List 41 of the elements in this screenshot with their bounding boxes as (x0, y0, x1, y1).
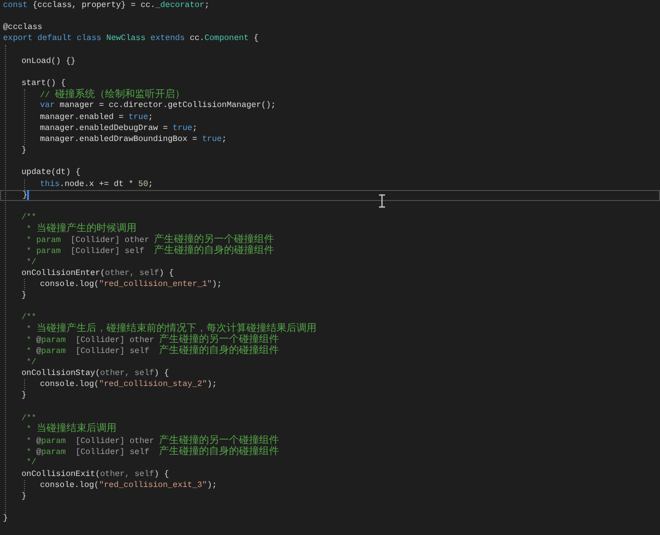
code-line: /** (22, 312, 36, 324)
code-line: var manager = cc.director.getCollisionManager(); (40, 100, 276, 112)
code-line: console.log("red_collision_stay_2"); (40, 379, 217, 390)
code-line: * 当碰撞产生的时候调用 (25, 222, 136, 235)
code-line: manager.enabled = true; (40, 112, 154, 123)
code-line: update(dt) { (22, 167, 80, 179)
code-line: onCollisionEnter(other, self) { (22, 268, 174, 279)
code-line: /** (22, 212, 36, 224)
code-line: */ (25, 256, 36, 268)
code-line: export default class NewClass extends cc.Component { (3, 33, 259, 45)
code-line: // 碰撞系统（绘制和监听开启） (40, 88, 185, 101)
code-line: } (22, 290, 26, 302)
code-line: manager.enabledDrawBoundingBox = true; (40, 134, 227, 146)
code-line: onCollisionExit(other, self) { (22, 468, 169, 480)
code-line: onCollisionStay(other, self) { (22, 368, 169, 380)
code-line: const {ccclass, property} = cc._decorator; (3, 0, 210, 12)
code-line: manager.enabledDebugDraw = true; (40, 122, 198, 134)
code-line: * param [Collider] other 产生碰撞的另一个碰撞组件 (25, 234, 274, 245)
text-caret (27, 190, 30, 200)
code-line: @ccclass (3, 22, 42, 34)
code-line: * 当碰撞结束后调用 (25, 423, 116, 436)
code-line: * @param [Collider] self 产生碰撞的自身的碰撞组件 (25, 345, 280, 358)
code-line: * @param [Collider] self 产生碰撞的自身的碰撞组件 (25, 446, 280, 458)
code-line: } (22, 390, 26, 402)
code-line: this.node.x += dt * 50; (40, 178, 154, 190)
code-line: } (22, 490, 26, 502)
code-line: * param [Collider] self 产生碰撞的自身的碰撞组件 (25, 244, 274, 258)
code-line: * @param [Collider] other 产生碰撞的另一个碰撞组件 (25, 334, 280, 346)
code-line: start() { (22, 78, 66, 88)
code-line: */ (25, 457, 36, 469)
code-line: * @param [Collider] other 产生碰撞的另一个碰撞组件 (25, 434, 280, 446)
code-line: onLoad() {} (22, 56, 76, 67)
code-line: console.log("red_collision_enter_1"); (40, 278, 222, 290)
code-line: * 当碰撞产生后，碰撞结束前的情况下，每次计算碰撞结果后调用 (25, 323, 316, 334)
code-line: */ (25, 357, 36, 368)
code-line: /** (22, 412, 36, 424)
code-line: } (3, 513, 8, 524)
code-line: } (22, 145, 26, 156)
code-line: } (22, 190, 28, 201)
text-cursor-icon (378, 194, 386, 208)
code-line: console.log("red_collision_exit_3"); (40, 480, 217, 491)
